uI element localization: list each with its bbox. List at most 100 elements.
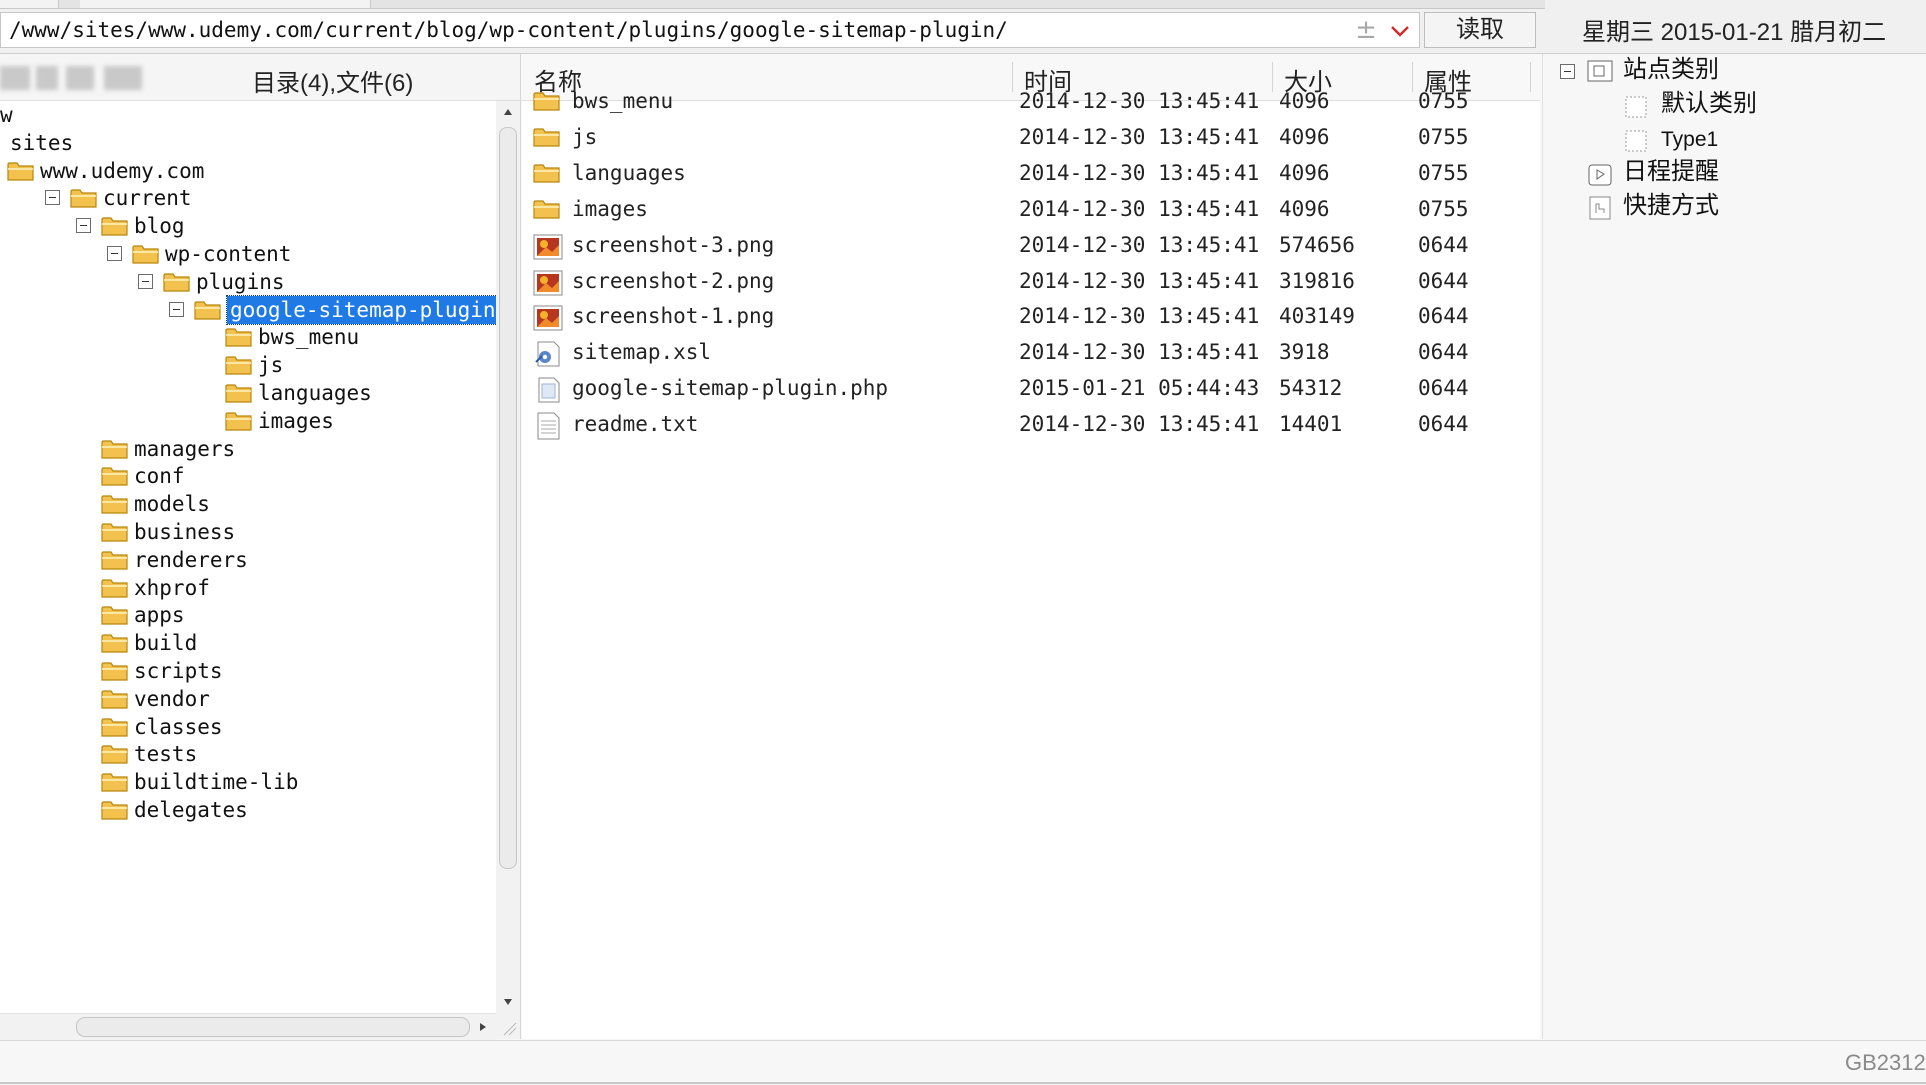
scroll-up-icon[interactable]	[496, 101, 520, 123]
folder-icon-wrap	[100, 742, 130, 766]
tab[interactable]	[80, 0, 371, 8]
vertical-scroll-thumb[interactable]	[499, 127, 517, 869]
folder-icon	[101, 634, 128, 653]
folder-icon-wrap	[100, 687, 130, 711]
file-attr: 0755	[1418, 160, 1469, 185]
file-icon-wrap	[532, 161, 564, 189]
folder-icon	[101, 578, 128, 598]
file-list-panel: 名称 时间 大小 属性 bws_menu 2014-12-30 13:45:41 4…	[522, 54, 1540, 1039]
type1-label: Type1	[1661, 128, 1719, 151]
default-category-label: 默认类别	[1661, 90, 1757, 117]
shortcut-node[interactable]: 快捷方式	[1543, 190, 1923, 224]
file-icon-wrap	[532, 269, 564, 297]
dir-count-label: 目录(4),文件(6)	[252, 70, 414, 97]
file-time: 2014-12-30 13:45:41	[1019, 196, 1260, 221]
folder-icon-wrap	[224, 353, 254, 377]
tree-item-label: models	[134, 492, 210, 517]
folder-icon-wrap	[100, 576, 130, 600]
collapse-toggle[interactable]	[107, 246, 122, 261]
file-size: 3918	[1279, 340, 1330, 365]
tree-item-label: conf	[134, 464, 185, 489]
file-row[interactable]: languages 2014-12-30 13:45:41 4096 0755	[522, 155, 1540, 195]
directory-tree: w sites www.udemy.com current blog wp-content…	[0, 101, 496, 1013]
folder-icon-wrap	[100, 715, 130, 739]
tree-item-label: sites	[10, 130, 74, 155]
folder-icon-wrap	[224, 409, 254, 433]
file-name: sitemap.xsl	[572, 340, 712, 365]
file-row[interactable]: bws_menu 2014-12-30 13:45:41 4096 0755	[522, 83, 1540, 123]
file-row[interactable]: screenshot-1.png 2014-12-30 13:45:41 40314…	[522, 298, 1540, 338]
default-category-node[interactable]: 默认类别	[1543, 88, 1923, 122]
folder-icon	[101, 801, 128, 820]
file-row[interactable]: images 2014-12-30 13:45:41 4096 0755	[522, 191, 1540, 231]
xsl-file-icon	[535, 341, 560, 367]
folder-icon	[101, 467, 128, 486]
toolbar: ± 读取 星期三 2015-01-21 腊月初二	[0, 0, 1926, 54]
folder-icon-wrap	[100, 437, 130, 461]
date-bar: 星期三 2015-01-21 腊月初二	[1545, 0, 1926, 53]
file-row[interactable]: screenshot-3.png 2014-12-30 13:45:41 57465…	[522, 227, 1540, 267]
file-row[interactable]: google-sitemap-plugin.php 2015-01-21 05:4…	[522, 370, 1540, 410]
status-bar: GB2312	[0, 1040, 1926, 1085]
image-file-icon	[533, 234, 563, 260]
path-input[interactable]	[9, 13, 1329, 47]
folder-icon-wrap	[100, 798, 130, 822]
bookmark-icon[interactable]: ±	[1353, 17, 1379, 43]
collapse-toggle[interactable]	[138, 273, 153, 289]
folder-icon-wrap	[131, 242, 161, 266]
tree-item-label: bws_menu	[258, 325, 360, 350]
read-button[interactable]: 读取	[1424, 12, 1536, 48]
type1-node[interactable]: Type1	[1543, 122, 1923, 156]
tree-item-label: js	[258, 353, 284, 378]
folder-icon	[101, 690, 128, 709]
file-size: 4096	[1279, 124, 1330, 149]
file-row[interactable]: js 2014-12-30 13:45:41 4096 0755	[522, 119, 1540, 159]
file-attr: 0644	[1418, 376, 1469, 401]
tree-item-label: wp-content	[165, 242, 292, 266]
tree-item-label: vendor	[134, 686, 210, 711]
folder-icon-wrap	[100, 548, 130, 572]
file-time: 2014-12-30 13:45:41	[1019, 124, 1260, 149]
category-icon	[1625, 130, 1647, 152]
file-row[interactable]: screenshot-2.png 2014-12-30 13:45:41 31981…	[522, 263, 1540, 303]
file-size: 403149	[1279, 304, 1355, 329]
schedule-node[interactable]: 日程提醒	[1543, 156, 1923, 190]
folder-icon	[70, 189, 97, 208]
folder-icon-wrap	[100, 631, 130, 655]
file-icon-wrap	[532, 125, 564, 153]
file-row[interactable]: sitemap.xsl 2014-12-30 13:45:41 3918 0644	[522, 334, 1540, 374]
file-icon-wrap	[532, 197, 564, 225]
collapse-toggle[interactable]	[45, 190, 60, 206]
tree-item-label: managers	[134, 436, 236, 461]
scroll-right-icon[interactable]	[472, 1016, 494, 1038]
site-category-node[interactable]: 站点类别	[1543, 54, 1923, 88]
blurred-host-label	[0, 66, 145, 90]
horizontal-scrollbar[interactable]	[0, 1013, 496, 1040]
file-icon-wrap	[532, 376, 564, 404]
vertical-scrollbar[interactable]	[496, 101, 520, 1013]
collapse-toggle[interactable]	[169, 301, 184, 317]
horizontal-scroll-thumb[interactable]	[76, 1017, 470, 1037]
collapse-toggle[interactable]	[1560, 64, 1575, 79]
resize-grip[interactable]	[496, 1013, 520, 1039]
site-panel: 站点类别 默认类别 Type1 日程提醒 快捷方式	[1542, 54, 1926, 1039]
tree-item-label: apps	[134, 603, 185, 628]
file-attr: 0644	[1418, 412, 1469, 437]
file-time: 2014-12-30 13:45:41	[1019, 304, 1260, 329]
collapse-toggle[interactable]	[76, 218, 91, 234]
folder-icon	[533, 92, 560, 111]
file-size: 14401	[1279, 412, 1343, 437]
tab[interactable]	[0, 0, 59, 8]
folder-icon	[101, 523, 128, 542]
file-size: 319816	[1279, 268, 1355, 293]
chevron-down-icon[interactable]	[1388, 19, 1412, 43]
tree-item-label: business	[134, 520, 236, 544]
file-row[interactable]: readme.txt 2014-12-30 13:45:41 14401 0644	[522, 406, 1540, 446]
tree-item[interactable]: delegates	[0, 794, 496, 828]
folder-icon-wrap	[224, 381, 254, 405]
folder-icon-wrap	[193, 298, 223, 322]
file-name: images	[572, 196, 648, 221]
scroll-down-icon[interactable]	[496, 991, 520, 1013]
file-attr: 0644	[1418, 304, 1469, 329]
folder-icon	[225, 356, 252, 375]
